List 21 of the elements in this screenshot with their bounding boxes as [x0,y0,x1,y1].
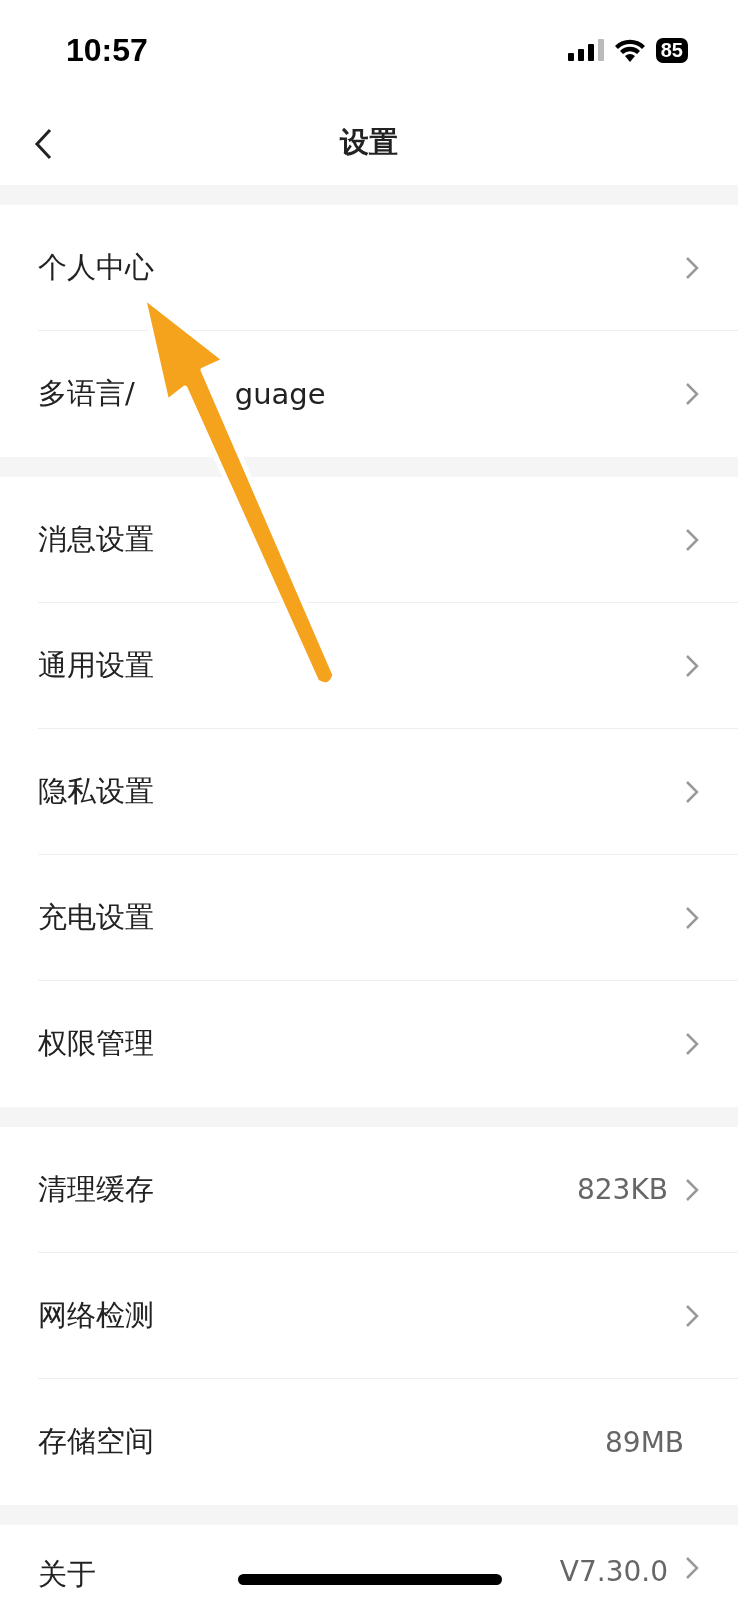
setting-label[interactable]: 通用设置 [38,645,154,686]
setting-label[interactable]: 权限管理 [38,1024,154,1064]
signal-icon [567,39,604,61]
setting-label[interactable]: guage [234,377,326,411]
setting-label[interactable]: 清理缓存 [38,1169,154,1210]
setting-label[interactable]: 关于 [38,1555,96,1595]
setting-label[interactable]: 个人中心 [38,247,154,288]
setting-label[interactable]: 多语言/ [38,374,135,414]
status-time: 10:57 [66,31,148,69]
battery-level: 85 [655,37,688,63]
wifi-icon [613,38,646,62]
setting-label[interactable]: 隐私设置 [38,771,154,812]
page-title: 设置 [340,123,398,161]
setting-label[interactable]: 存储空间 [38,1422,154,1462]
setting-value: 823KB [577,1173,668,1206]
setting-value: 89MB [605,1425,684,1459]
setting-label[interactable]: 网络检测 [38,1295,154,1336]
setting-label[interactable]: 消息设置 [38,519,154,560]
back-icon[interactable] [34,128,52,160]
setting-value: V7.30.0 [559,1555,668,1588]
setting-label[interactable]: 充电设置 [38,897,154,938]
